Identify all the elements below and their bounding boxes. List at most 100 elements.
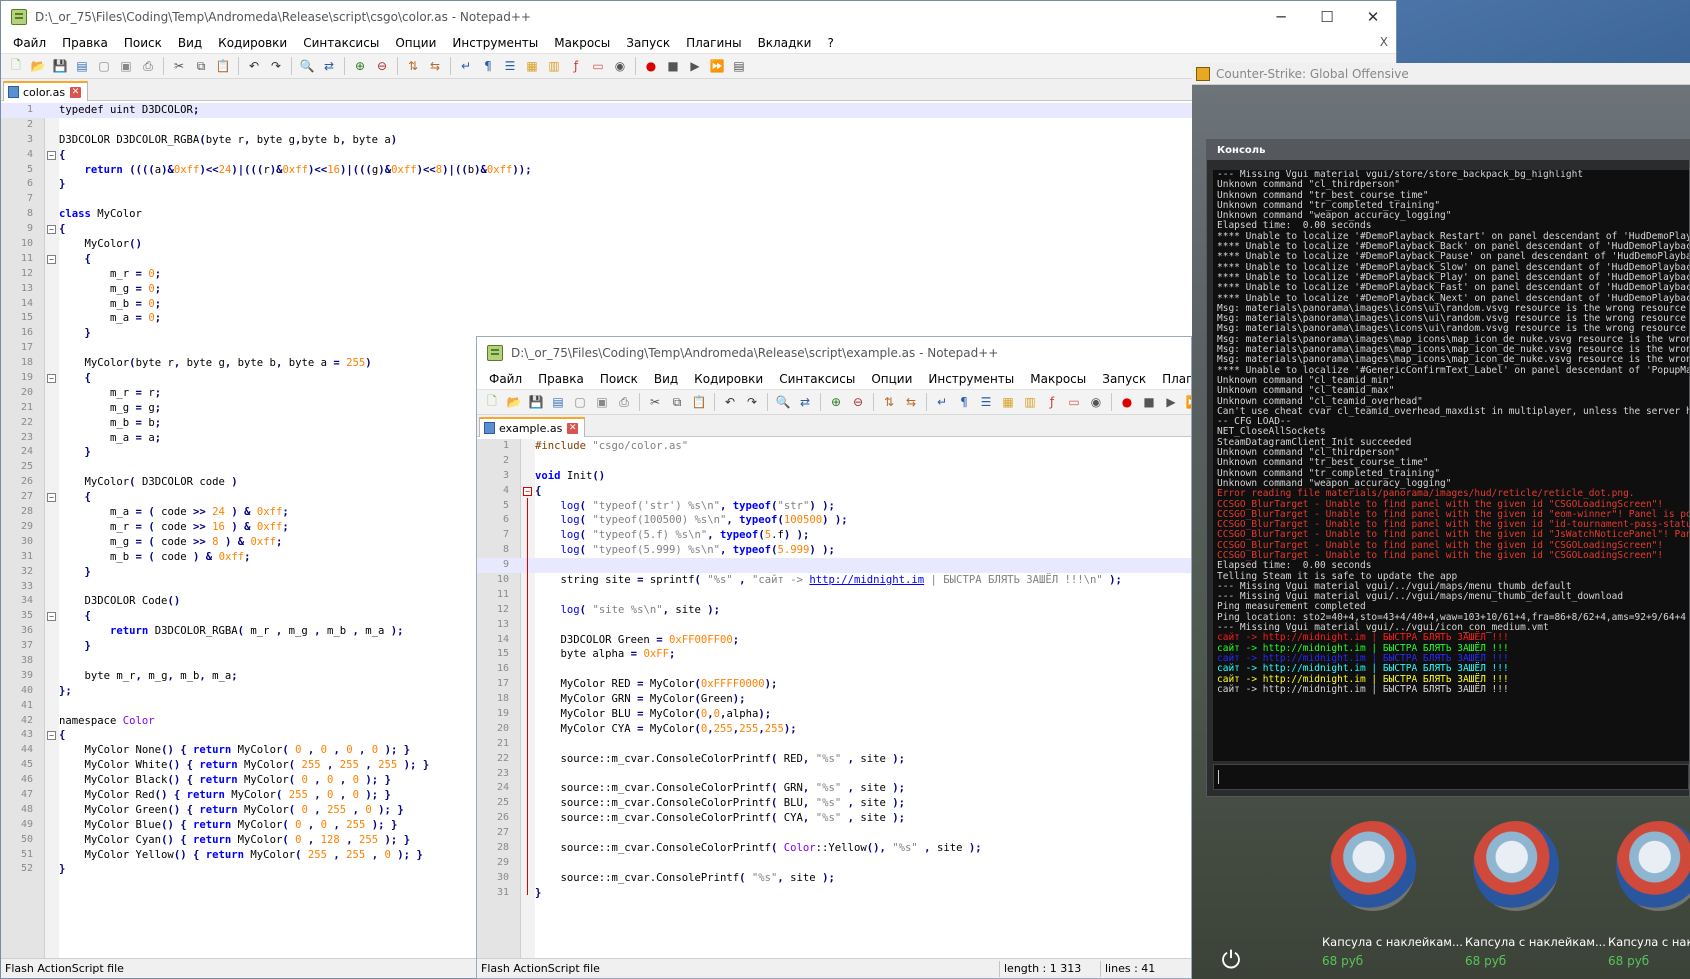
close-button[interactable]: ✕ — [1350, 1, 1396, 33]
save-all-icon[interactable]: ▤ — [73, 57, 91, 75]
open-file-icon[interactable]: 📂 — [505, 393, 523, 411]
menu-item[interactable]: Инструменты — [444, 36, 546, 50]
wrap-icon[interactable]: ↵ — [457, 57, 475, 75]
tab-color-as[interactable]: color.as ✕ — [3, 81, 89, 101]
fold-toggle-icon[interactable]: − — [523, 486, 532, 496]
save-icon[interactable]: 💾 — [51, 57, 69, 75]
menu-item[interactable]: Вид — [170, 36, 210, 50]
fold-toggle-icon[interactable]: − — [47, 374, 56, 384]
menu-item[interactable]: Плагины — [678, 36, 749, 50]
minimize-button[interactable]: ─ — [1258, 1, 1304, 33]
copy-icon[interactable]: ⧉ — [192, 57, 210, 75]
menu-item[interactable]: Правка — [54, 36, 116, 50]
sync-h-icon[interactable]: ⇆ — [902, 393, 920, 411]
stop-icon[interactable]: ■ — [1140, 393, 1158, 411]
fold-toggle-icon[interactable]: − — [47, 254, 56, 264]
open-file-icon[interactable]: 📂 — [29, 57, 47, 75]
zoom-out-icon[interactable]: ⊖ — [373, 57, 391, 75]
find-icon[interactable]: 🔍 — [774, 393, 792, 411]
new-file-icon[interactable]: 🗋 — [7, 57, 25, 75]
monitor-icon[interactable]: ◉ — [611, 57, 629, 75]
menu-item[interactable]: Запуск — [618, 36, 678, 50]
cut-icon[interactable]: ✂ — [646, 393, 664, 411]
find-icon[interactable]: 🔍 — [298, 57, 316, 75]
paste-icon[interactable]: 📋 — [690, 393, 708, 411]
replace-icon[interactable]: ⇄ — [320, 57, 338, 75]
record-icon[interactable]: ● — [1118, 393, 1136, 411]
menu-item[interactable]: Макросы — [546, 36, 618, 50]
menu-item[interactable]: Плагины — [1154, 372, 1191, 386]
tab-close-icon[interactable]: ✕ — [567, 422, 579, 434]
fold-toggle-icon[interactable]: − — [47, 225, 56, 235]
print-icon[interactable]: ⎙ — [139, 57, 157, 75]
monitor-icon[interactable]: ◉ — [1087, 393, 1105, 411]
fold-toggle-icon[interactable]: − — [47, 493, 56, 503]
play-multi-icon[interactable]: ⏩ — [708, 57, 726, 75]
close-all-icon[interactable]: ▣ — [593, 393, 611, 411]
tab-example-as[interactable]: example.as ✕ — [479, 417, 586, 437]
redo-icon[interactable]: ↷ — [743, 393, 761, 411]
function-list-icon[interactable]: ƒ — [567, 57, 585, 75]
print-icon[interactable]: ⎙ — [615, 393, 633, 411]
all-chars-icon[interactable]: ¶ — [955, 393, 973, 411]
menu-item[interactable]: Запуск — [1094, 372, 1154, 386]
code-editor[interactable]: 1 #include "csgo/color.as" 2 3 void Init() 4−… — [477, 439, 1191, 958]
replace-icon[interactable]: ⇄ — [796, 393, 814, 411]
menu-item[interactable]: Макросы — [1022, 372, 1094, 386]
fold-toggle-icon[interactable]: − — [47, 612, 56, 622]
doc-map-icon[interactable]: ▥ — [545, 57, 563, 75]
fold-toggle-icon[interactable]: − — [47, 731, 56, 741]
menu-item[interactable]: Вид — [646, 372, 686, 386]
power-icon[interactable]: ⏻ — [1216, 945, 1246, 975]
tab-close-icon[interactable]: ✕ — [70, 86, 82, 98]
menu-item[interactable]: Вкладки — [750, 36, 820, 50]
menu-item[interactable]: Опции — [863, 372, 920, 386]
maximize-button[interactable]: ☐ — [1304, 1, 1350, 33]
console-input[interactable] — [1213, 764, 1689, 790]
function-list-icon[interactable]: ƒ — [1043, 393, 1061, 411]
zoom-in-icon[interactable]: ⊕ — [827, 393, 845, 411]
undo-icon[interactable]: ↶ — [245, 57, 263, 75]
close-all-icon[interactable]: ▣ — [117, 57, 135, 75]
copy-icon[interactable]: ⧉ — [668, 393, 686, 411]
sync-v-icon[interactable]: ⇅ — [404, 57, 422, 75]
folder-icon[interactable]: ▭ — [1065, 393, 1083, 411]
undo-icon[interactable]: ↶ — [721, 393, 739, 411]
zoom-in-icon[interactable]: ⊕ — [351, 57, 369, 75]
zoom-out-icon[interactable]: ⊖ — [849, 393, 867, 411]
paste-icon[interactable]: 📋 — [214, 57, 232, 75]
menu-item[interactable]: ? — [819, 36, 841, 50]
indent-guide-icon[interactable]: ☰ — [501, 57, 519, 75]
folder-icon[interactable]: ▭ — [589, 57, 607, 75]
play-icon[interactable]: ▶ — [1162, 393, 1180, 411]
stop-icon[interactable]: ■ — [664, 57, 682, 75]
close-document-button[interactable]: X — [1380, 35, 1388, 49]
sync-v-icon[interactable]: ⇅ — [880, 393, 898, 411]
menu-item[interactable]: Синтаксисы — [771, 372, 863, 386]
indent-guide-icon[interactable]: ☰ — [977, 393, 995, 411]
save-all-icon[interactable]: ▤ — [549, 393, 567, 411]
fold-toggle-icon[interactable]: − — [47, 150, 56, 160]
close-icon[interactable]: ▢ — [95, 57, 113, 75]
capsule-item[interactable]: Капсула с наклейкам... 68 руб — [1455, 815, 1606, 979]
close-icon[interactable]: ▢ — [571, 393, 589, 411]
menu-item[interactable]: Синтаксисы — [295, 36, 387, 50]
all-chars-icon[interactable]: ¶ — [479, 57, 497, 75]
play-icon[interactable]: ▶ — [686, 57, 704, 75]
record-icon[interactable]: ● — [642, 57, 660, 75]
redo-icon[interactable]: ↷ — [267, 57, 285, 75]
sync-h-icon[interactable]: ⇆ — [426, 57, 444, 75]
play-multi-icon[interactable]: ⏩ — [1184, 393, 1191, 411]
lang-icon[interactable]: ▦ — [523, 57, 541, 75]
menu-item[interactable]: Опции — [387, 36, 444, 50]
menu-item[interactable]: Поиск — [592, 372, 646, 386]
cut-icon[interactable]: ✂ — [170, 57, 188, 75]
menu-item[interactable]: Кодировки — [210, 36, 295, 50]
menu-item[interactable]: Файл — [481, 372, 530, 386]
menu-item[interactable]: Файл — [5, 36, 54, 50]
capsule-item[interactable]: Капсула с наклейкам 68 руб — [1598, 815, 1690, 979]
save-macro-icon[interactable]: ▤ — [730, 57, 748, 75]
doc-map-icon[interactable]: ▥ — [1021, 393, 1039, 411]
capsule-item[interactable]: Капсула с наклейкам... 68 руб — [1312, 815, 1463, 979]
save-icon[interactable]: 💾 — [527, 393, 545, 411]
